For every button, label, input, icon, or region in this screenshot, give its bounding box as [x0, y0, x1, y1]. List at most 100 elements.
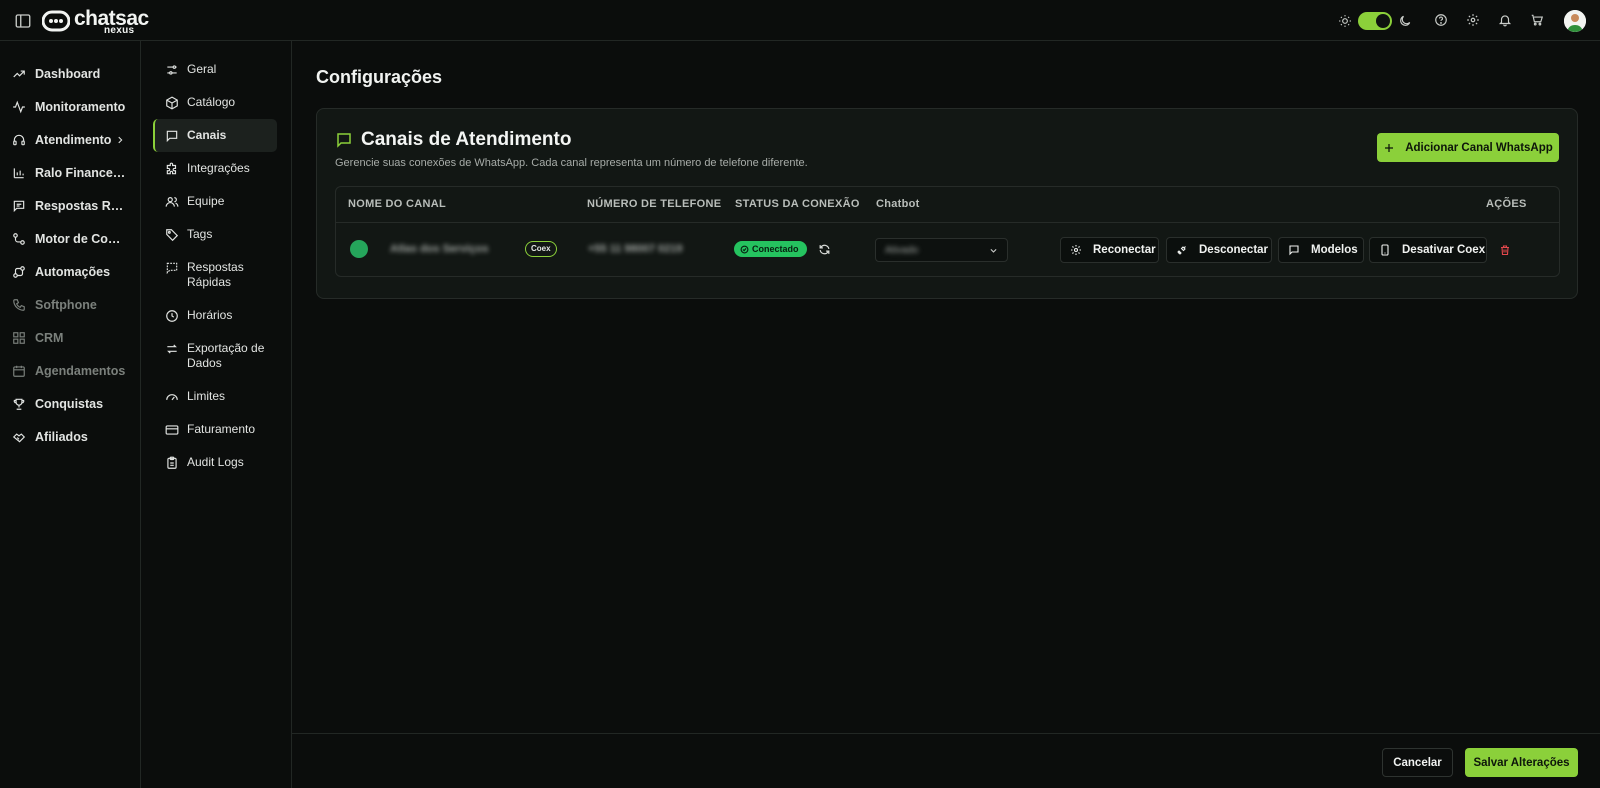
workflow-icon — [12, 232, 26, 246]
settings-subnav: Geral Catálogo Canais Integrações Equipe… — [141, 41, 292, 788]
headset-icon — [12, 133, 26, 147]
sidebar-item-respostas-rapidas[interactable]: Respostas Rápidas — [0, 189, 140, 222]
sidebar-item-crm[interactable]: CRM — [0, 321, 140, 354]
subnav-item-faturamento[interactable]: Faturamento — [153, 413, 277, 446]
subnav-item-equipe[interactable]: Equipe — [153, 185, 277, 218]
delete-channel-icon[interactable] — [1499, 244, 1511, 256]
refresh-status-icon[interactable] — [818, 243, 831, 256]
user-avatar[interactable] — [1564, 10, 1586, 32]
transfer-icon — [165, 342, 179, 356]
footer-actions: Cancelar Salvar Alterações — [292, 733, 1600, 788]
smartphone-icon — [1379, 244, 1391, 256]
subnav-item-tags[interactable]: Tags — [153, 218, 277, 251]
disconnect-button[interactable]: Desconectar — [1166, 237, 1272, 263]
header-chatbot: Chatbot — [876, 198, 920, 210]
header-actions: AÇÕES — [1486, 198, 1527, 210]
grid-icon — [12, 331, 26, 345]
sidebar-item-dashboard[interactable]: Dashboard — [0, 57, 140, 90]
subnav-item-audit-logs[interactable]: Audit Logs — [153, 446, 277, 479]
sidebar-item-automacoes[interactable]: Automações — [0, 255, 140, 288]
moon-icon[interactable] — [1398, 14, 1412, 28]
sidebar-item-monitoramento[interactable]: Monitoramento — [0, 90, 140, 123]
subnav-item-respostas-rapidas[interactable]: Respostas Rápidas — [153, 251, 277, 299]
clipboard-icon — [165, 456, 179, 470]
box-icon — [165, 96, 179, 110]
save-changes-button[interactable]: Salvar Alterações — [1465, 748, 1578, 777]
channels-table: NOME DO CANAL NÚMERO DE TELEFONE STATUS … — [335, 186, 1560, 277]
subnav-item-integracoes[interactable]: Integrações — [153, 152, 277, 185]
unplug-icon — [1176, 244, 1188, 256]
sun-icon[interactable] — [1338, 14, 1352, 28]
card-title: Canais de Atendimento — [361, 129, 572, 150]
gauge-icon — [165, 390, 179, 404]
bell-icon[interactable] — [1498, 13, 1514, 29]
table-row: Atlas dos Serviços Coex +55 11 98007 021… — [336, 223, 1559, 276]
subnav-item-limites[interactable]: Limites — [153, 380, 277, 413]
brand-sub: nexus — [104, 25, 135, 36]
tag-icon — [165, 228, 179, 242]
header-status: STATUS DA CONEXÃO — [735, 198, 860, 210]
activity-icon — [12, 100, 26, 114]
channel-name: Atlas dos Serviços — [390, 243, 489, 255]
table-header: NOME DO CANAL NÚMERO DE TELEFONE STATUS … — [336, 187, 1559, 223]
header-channel-name: NOME DO CANAL — [348, 198, 447, 210]
add-whatsapp-channel-button[interactable]: Adicionar Canal WhatsApp — [1377, 133, 1559, 162]
cancel-button[interactable]: Cancelar — [1382, 748, 1453, 777]
subnav-item-catalogo[interactable]: Catálogo — [153, 86, 277, 119]
page-title: Configurações — [316, 67, 443, 87]
quick-reply-icon — [165, 261, 179, 275]
status-badge: Conectado — [734, 241, 807, 257]
cart-icon[interactable] — [1530, 13, 1546, 29]
sliders-icon — [165, 63, 179, 77]
main-sidebar: Dashboard Monitoramento Atendimento Ralo… — [0, 41, 141, 788]
subnav-item-exportacao-de-dados[interactable]: Exportação de Dados — [153, 332, 277, 380]
calendar-icon — [12, 364, 26, 378]
check-circle-icon — [740, 245, 749, 254]
sidebar-toggle-icon[interactable] — [14, 12, 32, 30]
subnav-item-horarios[interactable]: Horários — [153, 299, 277, 332]
chat-icon — [165, 129, 179, 143]
message-square-icon — [1288, 244, 1300, 256]
settings-icon[interactable] — [1466, 13, 1482, 29]
chat-icon — [335, 131, 353, 149]
users-icon — [165, 195, 179, 209]
phone-number: +55 11 98007 0219 — [588, 243, 683, 255]
brand-logo[interactable]: chatsac nexus — [42, 8, 149, 36]
whatsapp-icon — [350, 240, 368, 258]
credit-card-icon — [165, 423, 179, 437]
bar-chart-icon — [12, 166, 26, 180]
sidebar-item-agendamentos[interactable]: Agendamentos — [0, 354, 140, 387]
chevron-down-icon — [989, 246, 998, 255]
trophy-icon — [12, 397, 26, 411]
sidebar-item-afiliados[interactable]: Afiliados — [0, 420, 140, 453]
phone-icon — [12, 298, 26, 312]
sidebar-item-ralo-financeiro[interactable]: Ralo Financeiro — [0, 156, 140, 189]
chat-logo-icon — [42, 10, 70, 34]
sidebar-item-conquistas[interactable]: Conquistas — [0, 387, 140, 420]
sidebar-item-softphone[interactable]: Softphone — [0, 288, 140, 321]
help-icon[interactable] — [1434, 13, 1450, 29]
chevron-right-icon[interactable] — [115, 135, 125, 145]
trending-icon — [12, 67, 26, 81]
theme-toggle[interactable] — [1358, 12, 1392, 30]
handshake-icon — [12, 430, 26, 444]
automation-icon — [12, 265, 26, 279]
reconnect-button[interactable]: Reconectar — [1060, 237, 1159, 263]
disable-coex-button[interactable]: Desativar Coex — [1369, 237, 1487, 263]
templates-button[interactable]: Modelos — [1278, 237, 1364, 263]
top-bar: chatsac nexus — [0, 0, 1600, 41]
plus-icon — [1383, 142, 1395, 154]
channels-card: Canais de Atendimento Gerencie suas cone… — [316, 108, 1578, 299]
chatbot-select[interactable]: Ativado — [875, 238, 1008, 262]
clock-icon — [165, 309, 179, 323]
header-phone: NÚMERO DE TELEFONE — [587, 198, 722, 210]
sidebar-item-motor-de-conversao[interactable]: Motor de Conversão — [0, 222, 140, 255]
subnav-item-canais[interactable]: Canais — [153, 119, 277, 152]
card-subtitle: Gerencie suas conexões de WhatsApp. Cada… — [335, 157, 808, 169]
subnav-item-geral[interactable]: Geral — [153, 53, 277, 86]
sidebar-item-atendimento[interactable]: Atendimento — [0, 123, 140, 156]
gear-icon — [1070, 244, 1082, 256]
message-icon — [12, 199, 26, 213]
main-content: Configurações Canais de Atendimento Gere… — [292, 41, 1600, 733]
coex-badge: Coex — [525, 241, 557, 257]
